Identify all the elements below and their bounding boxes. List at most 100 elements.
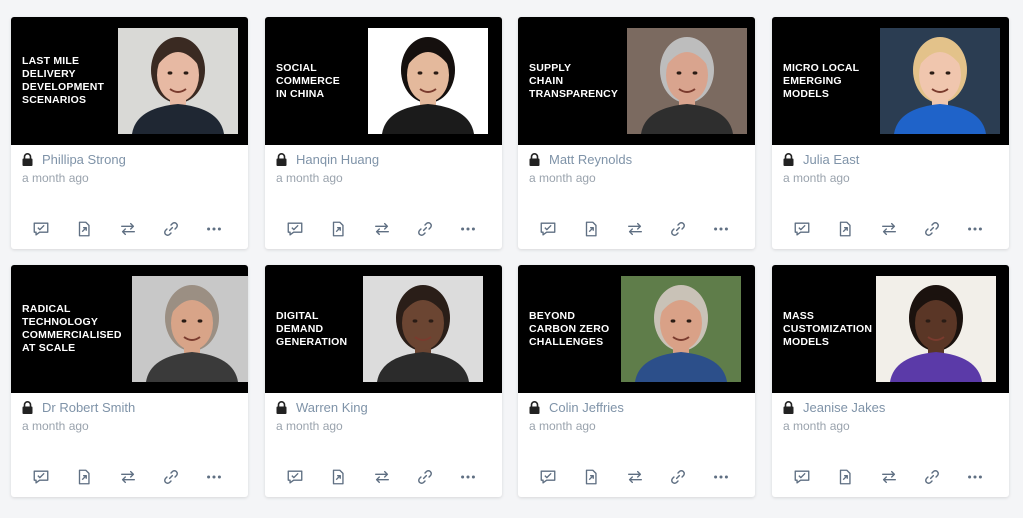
author-row: Jeanise Jakes xyxy=(783,400,998,415)
more-icon xyxy=(712,468,730,486)
share-icon xyxy=(329,220,347,238)
share-icon xyxy=(75,220,93,238)
speaker-photo xyxy=(621,276,741,382)
speaker-photo xyxy=(132,276,248,382)
share-button[interactable] xyxy=(835,219,854,239)
share-button[interactable] xyxy=(74,467,93,487)
card-thumbnail[interactable]: MASS CUSTOMIZATION MODELS xyxy=(772,265,1009,393)
more-button[interactable] xyxy=(205,467,224,487)
comment-check-button[interactable] xyxy=(792,467,811,487)
author-name[interactable]: Dr Robert Smith xyxy=(42,400,135,415)
more-button[interactable] xyxy=(712,467,731,487)
comment-check-button[interactable] xyxy=(31,467,50,487)
link-button[interactable] xyxy=(668,219,687,239)
link-button[interactable] xyxy=(161,467,180,487)
card-actions xyxy=(265,219,502,239)
link-button[interactable] xyxy=(922,219,941,239)
swap-button[interactable] xyxy=(879,467,898,487)
comment-check-button[interactable] xyxy=(792,219,811,239)
more-button[interactable] xyxy=(966,219,985,239)
share-button[interactable] xyxy=(328,467,347,487)
speaker-photo xyxy=(876,276,996,382)
card-actions xyxy=(772,467,1009,487)
more-button[interactable] xyxy=(459,467,478,487)
author-name[interactable]: Julia East xyxy=(803,152,859,167)
comment-check-button[interactable] xyxy=(538,467,557,487)
card-thumbnail[interactable]: LAST MILE DELIVERY DEVELOPMENT SCENARIOS xyxy=(11,17,248,145)
swap-icon xyxy=(373,220,391,238)
lock-icon xyxy=(783,401,794,414)
comment-check-button[interactable] xyxy=(31,219,50,239)
card-actions xyxy=(518,467,755,487)
card-thumbnail[interactable]: SUPPLY CHAIN TRANSPARENCY xyxy=(518,17,755,145)
swap-button[interactable] xyxy=(372,219,391,239)
author-name[interactable]: Hanqin Huang xyxy=(296,152,379,167)
card-actions xyxy=(265,467,502,487)
swap-button[interactable] xyxy=(625,467,644,487)
author-name[interactable]: Phillipa Strong xyxy=(42,152,126,167)
speaker-photo xyxy=(118,28,238,134)
comment-check-button[interactable] xyxy=(285,219,304,239)
comment-check-icon xyxy=(286,468,304,486)
more-button[interactable] xyxy=(966,467,985,487)
link-button[interactable] xyxy=(922,467,941,487)
card-thumbnail[interactable]: DIGITAL DEMAND GENERATION xyxy=(265,265,502,393)
author-row: Phillipa Strong xyxy=(22,152,237,167)
link-icon xyxy=(669,220,687,238)
author-name[interactable]: Matt Reynolds xyxy=(549,152,632,167)
speaker-photo xyxy=(363,276,483,382)
author-name[interactable]: Colin Jeffries xyxy=(549,400,624,415)
comment-check-icon xyxy=(793,468,811,486)
content-card[interactable]: MICRO LOCAL EMERGING MODELS Julia East a m… xyxy=(772,17,1009,249)
card-thumbnail-title: SOCIAL COMMERCE IN CHINA xyxy=(276,61,341,100)
author-name[interactable]: Jeanise Jakes xyxy=(803,400,885,415)
content-card[interactable]: SOCIAL COMMERCE IN CHINA Hanqin Huang a mo… xyxy=(265,17,502,249)
card-thumbnail[interactable]: MICRO LOCAL EMERGING MODELS xyxy=(772,17,1009,145)
lock-icon xyxy=(22,401,33,414)
comment-check-button[interactable] xyxy=(538,219,557,239)
lock-icon xyxy=(276,401,287,414)
cards-grid: LAST MILE DELIVERY DEVELOPMENT SCENARIOS… xyxy=(0,0,1023,518)
content-card[interactable]: DIGITAL DEMAND GENERATION Warren King a mo… xyxy=(265,265,502,497)
card-actions xyxy=(518,219,755,239)
link-button[interactable] xyxy=(415,467,434,487)
share-button[interactable] xyxy=(74,219,93,239)
share-button[interactable] xyxy=(835,467,854,487)
content-card[interactable]: SUPPLY CHAIN TRANSPARENCY Matt Reynolds a … xyxy=(518,17,755,249)
swap-button[interactable] xyxy=(879,219,898,239)
swap-button[interactable] xyxy=(118,219,137,239)
lock-icon xyxy=(529,401,540,414)
share-icon xyxy=(836,468,854,486)
swap-button[interactable] xyxy=(625,219,644,239)
swap-button[interactable] xyxy=(118,467,137,487)
share-button[interactable] xyxy=(581,467,600,487)
link-icon xyxy=(416,220,434,238)
card-thumbnail-title: MICRO LOCAL EMERGING MODELS xyxy=(783,61,860,100)
card-thumbnail[interactable]: RADICAL TECHNOLOGY COMMERCIALISED AT SCA… xyxy=(11,265,248,393)
more-button[interactable] xyxy=(205,219,224,239)
content-card[interactable]: MASS CUSTOMIZATION MODELS Jeanise Jakes a … xyxy=(772,265,1009,497)
share-button[interactable] xyxy=(581,219,600,239)
content-card[interactable]: BEYOND CARBON ZERO CHALLENGES Colin Jeffr… xyxy=(518,265,755,497)
card-thumbnail[interactable]: BEYOND CARBON ZERO CHALLENGES xyxy=(518,265,755,393)
more-button[interactable] xyxy=(712,219,731,239)
content-card[interactable]: LAST MILE DELIVERY DEVELOPMENT SCENARIOS… xyxy=(11,17,248,249)
author-name[interactable]: Warren King xyxy=(296,400,368,415)
card-thumbnail[interactable]: SOCIAL COMMERCE IN CHINA xyxy=(265,17,502,145)
author-row: Colin Jeffries xyxy=(529,400,744,415)
swap-icon xyxy=(119,220,137,238)
author-row: Dr Robert Smith xyxy=(22,400,237,415)
swap-icon xyxy=(373,468,391,486)
link-button[interactable] xyxy=(668,467,687,487)
content-card[interactable]: RADICAL TECHNOLOGY COMMERCIALISED AT SCA… xyxy=(11,265,248,497)
more-button[interactable] xyxy=(459,219,478,239)
link-button[interactable] xyxy=(161,219,180,239)
more-icon xyxy=(966,468,984,486)
share-icon xyxy=(582,468,600,486)
share-button[interactable] xyxy=(328,219,347,239)
timestamp: a month ago xyxy=(529,419,596,433)
link-icon xyxy=(669,468,687,486)
comment-check-button[interactable] xyxy=(285,467,304,487)
swap-button[interactable] xyxy=(372,467,391,487)
link-button[interactable] xyxy=(415,219,434,239)
